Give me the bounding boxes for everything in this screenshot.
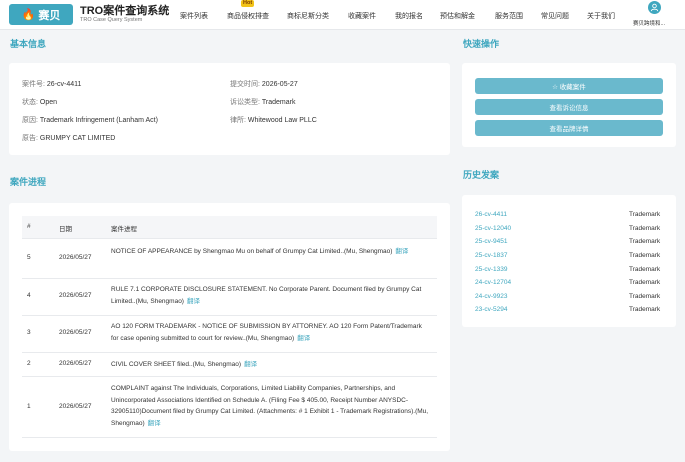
row-divider [22, 437, 437, 438]
case-number-field: 案件号: 26-cv-4411 [22, 79, 81, 89]
translate-link[interactable]: 翻译 [244, 361, 257, 368]
row-number: 4 [27, 292, 31, 299]
row-text: NOTICE OF APPEARANCE by Shengmao Mu on b… [111, 248, 393, 255]
history-case-type: Trademark [629, 225, 661, 232]
status-value: Open [39, 99, 58, 106]
row-divider [22, 278, 437, 279]
brand-subtitle: TRO Case Query System [80, 17, 143, 23]
status-field: 状态: Open [22, 97, 57, 107]
row-number: 3 [27, 329, 31, 336]
user-icon [650, 3, 659, 12]
filed-date-value: 2026-05-27 [261, 81, 298, 88]
row-divider [22, 315, 437, 316]
nav-nice-class[interactable]: 商标尼斯分类 [287, 11, 329, 21]
row-text: RULE 7.1 CORPORATE DISCLOSURE STATEMENT.… [111, 286, 422, 305]
view-suit-info-button[interactable]: 查看诉讼信息 [475, 99, 663, 115]
table-row: RULE 7.1 CORPORATE DISCLOSURE STATEMENT.… [111, 284, 429, 307]
field-label: 提交时间: [230, 81, 260, 88]
translate-link[interactable]: 翻译 [187, 298, 200, 305]
basic-info-title: 基本信息 [10, 39, 47, 49]
history-case-type: Trademark [629, 293, 661, 300]
filed-date-field: 提交时间: 2026-05-27 [230, 79, 298, 89]
history-case-type: Trademark [629, 279, 661, 286]
table-row: AO 120 FORM TRADEMARK - NOTICE OF SUBMIS… [111, 321, 429, 344]
quick-actions-title: 快速操作 [463, 39, 500, 49]
header-date: 日期 [59, 226, 72, 233]
nav-case-list[interactable]: 案件列表 [180, 11, 208, 21]
logo-text: 赛贝 [38, 9, 61, 22]
row-divider [22, 376, 437, 377]
user-avatar[interactable] [648, 1, 661, 14]
nav-infringement-check[interactable]: 商品侵权排查 [227, 11, 269, 21]
row-text: CIVIL COVER SHEET filed..(Mu, Shengmao) [111, 361, 242, 368]
row-date: 2026/05/27 [59, 360, 92, 367]
translate-link[interactable]: 翻译 [297, 335, 310, 342]
nav-favorites[interactable]: 收藏案件 [348, 11, 376, 21]
history-case-link[interactable]: 26-cv-4411 [475, 211, 507, 218]
progress-title: 案件进程 [10, 177, 47, 187]
history-case-link[interactable]: 24-cv-12704 [475, 279, 511, 286]
row-text: AO 120 FORM TRADEMARK - NOTICE OF SUBMIS… [111, 323, 422, 342]
suit-type-field: 诉讼类型: Trademark [230, 97, 296, 107]
nav-services[interactable]: 服务范围 [495, 11, 523, 21]
history-title: 历史发案 [463, 170, 500, 180]
history-case-link[interactable]: 24-cv-9923 [475, 293, 508, 300]
history-case-link[interactable]: 23-cv-5294 [475, 306, 508, 313]
history-case-type: Trademark [629, 211, 661, 218]
translate-link[interactable]: 翻译 [148, 420, 161, 427]
nav-faq[interactable]: 常见问题 [541, 11, 569, 21]
history-case-link[interactable]: 25-cv-1837 [475, 252, 508, 259]
row-divider [22, 352, 437, 353]
field-label: 原告: [22, 135, 38, 142]
header-progress: 案件进程 [111, 226, 137, 233]
field-label: 原因: [22, 117, 38, 124]
field-label: 状态: [22, 99, 38, 106]
flame-icon: 🔥 [21, 9, 36, 21]
brand: TRO案件查询系统 TRO Case Query System [80, 5, 169, 24]
translate-link[interactable]: 翻译 [395, 248, 408, 255]
row-date: 2026/05/27 [59, 329, 92, 336]
nav-settlement-estimate[interactable]: 预估和解金 [440, 11, 475, 21]
table-header [22, 216, 437, 238]
table-row: COMPLAINT against The Individuals, Corpo… [111, 383, 429, 429]
cause-value: Trademark Infringement (Lanham Act) [39, 117, 158, 124]
logo[interactable]: 🔥 赛贝 [9, 4, 73, 25]
table-row: CIVIL COVER SHEET filed..(Mu, Shengmao) 翻… [111, 359, 429, 371]
history-case-link[interactable]: 25-cv-9451 [475, 238, 508, 245]
table-row: NOTICE OF APPEARANCE by Shengmao Mu on b… [111, 246, 429, 258]
plaintiff-field: 原告: GRUMPY CAT LIMITED [22, 133, 115, 143]
brand-title: TRO案件查询系统 [80, 5, 170, 17]
plaintiff-value: GRUMPY CAT LIMITED [39, 135, 116, 142]
case-number-value: 26-cv-4411 [46, 81, 82, 88]
suit-type-value: Trademark [261, 99, 296, 106]
law-firm-value: Whitewood Law PLLC [247, 117, 317, 124]
nav-my-registrations[interactable]: 我的报名 [395, 11, 423, 21]
row-number: 1 [27, 403, 31, 410]
header-number: # [27, 223, 31, 230]
cause-field: 原因: Trademark Infringement (Lanham Act) [22, 115, 158, 125]
user-name[interactable]: 赛贝跨境和... [633, 19, 665, 27]
hot-badge: Hot [241, 0, 255, 7]
row-divider [22, 238, 437, 239]
field-label: 律所: [230, 117, 246, 124]
favorite-case-button[interactable]: ☆ 收藏案件 [475, 78, 663, 94]
field-label: 案件号: [22, 81, 45, 88]
history-case-type: Trademark [629, 306, 661, 313]
nav-about[interactable]: 关于我们 [587, 11, 615, 21]
view-brand-details-button[interactable]: 查看品牌详情 [475, 120, 663, 136]
history-case-type: Trademark [629, 252, 661, 259]
field-label: 诉讼类型: [230, 99, 260, 106]
row-number: 2 [27, 360, 31, 367]
top-nav: 🔥 赛贝 TRO案件查询系统 TRO Case Query System 案件列… [0, 0, 685, 30]
history-case-link[interactable]: 25-cv-12040 [475, 225, 511, 232]
row-number: 5 [27, 254, 31, 261]
history-case-type: Trademark [629, 266, 661, 273]
history-case-link[interactable]: 25-cv-1339 [475, 266, 508, 273]
row-date: 2026/05/27 [59, 292, 92, 299]
history-case-type: Trademark [629, 238, 661, 245]
row-date: 2026/05/27 [59, 403, 92, 410]
row-date: 2026/05/27 [59, 254, 92, 261]
law-firm-field: 律所: Whitewood Law PLLC [230, 115, 317, 125]
